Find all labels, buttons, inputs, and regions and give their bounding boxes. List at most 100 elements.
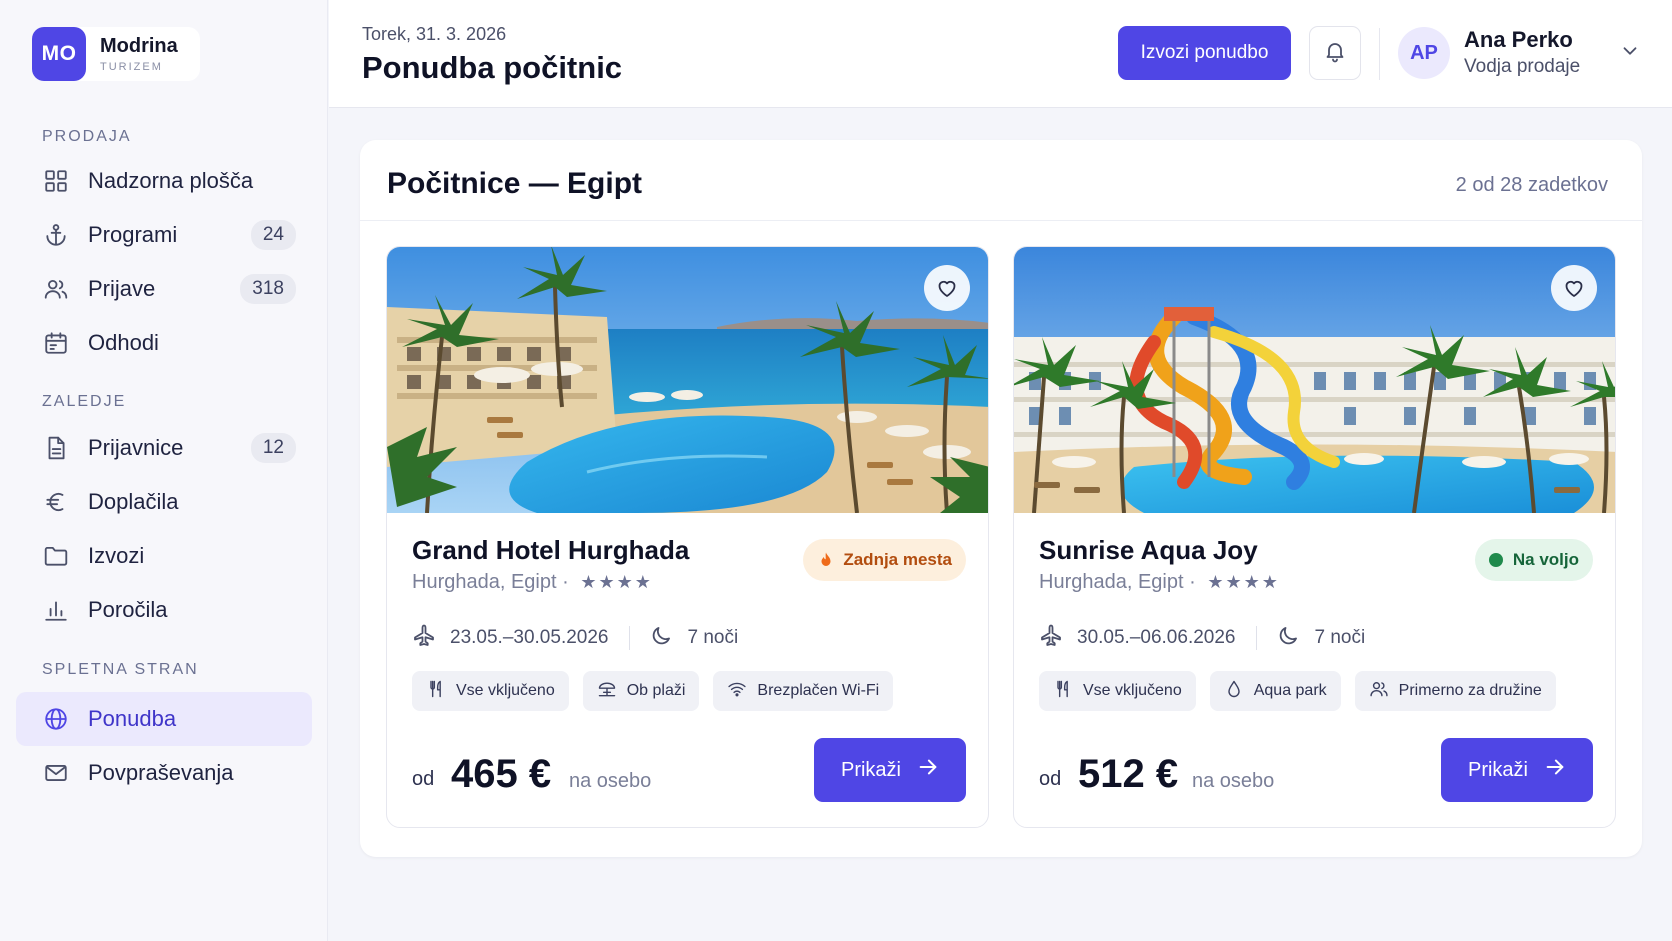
separator-dot: ·: [1189, 571, 1196, 593]
bell-icon: [1323, 39, 1347, 68]
separator-dot: ·: [562, 571, 569, 593]
sidebar-item-nadzorna-plosca[interactable]: Nadzorna plošča: [16, 154, 312, 208]
calendar-icon: [42, 329, 70, 357]
amenity-label: Ob plaži: [626, 682, 686, 699]
results-count: 2 od 28 zadetkov: [1455, 174, 1608, 196]
offer-card[interactable]: Sunrise Aqua Joy Hurghada, Egipt · ★★★★ …: [1013, 246, 1616, 828]
count-badge: 24: [250, 220, 296, 250]
export-offer-button[interactable]: Izvozi ponudbo: [1118, 26, 1291, 80]
amenity-tag: Aqua park: [1209, 671, 1341, 711]
location-text: Hurghada, Egipt: [412, 571, 557, 593]
bar-chart-icon: [42, 596, 70, 624]
sidebar-item-label: Programi: [88, 222, 178, 247]
status-badge-label: Na voljo: [1512, 550, 1579, 569]
price-prefix: od: [412, 768, 435, 790]
trip-nights: 7 noči: [1314, 627, 1366, 648]
meta-divider: [628, 626, 630, 650]
avatar[interactable]: AP: [1398, 27, 1450, 79]
wifi-icon: [727, 679, 757, 704]
family-icon: [1369, 679, 1399, 704]
show-offer-button[interactable]: Prikaži: [814, 738, 966, 802]
panel-title: Počitnice — Egipt: [387, 167, 643, 200]
arrow-right-icon: [1528, 756, 1566, 784]
offer-card[interactable]: Grand Hotel Hurghada Hurghada, Egipt · ★…: [386, 246, 989, 828]
favorite-button[interactable]: [1551, 265, 1597, 311]
trip-dates: 23.05.–30.05.2026: [450, 627, 609, 648]
hotel-location: Hurghada, Egipt · ★★★★: [1039, 571, 1280, 594]
nav-section-prodaja: PRODAJA: [42, 128, 132, 145]
chevron-down-icon: [1619, 47, 1641, 66]
header-divider: [1379, 28, 1380, 80]
hotel-photo[interactable]: [1014, 247, 1615, 513]
amenity-label: Vse vključeno: [456, 682, 555, 699]
sidebar-item-prijave[interactable]: Prijave 318: [16, 262, 312, 316]
sidebar-item-label: Povpraševanja: [88, 760, 234, 785]
sidebar-item-porocila[interactable]: Poročila: [16, 583, 312, 637]
sidebar-item-label: Nadzorna plošča: [88, 168, 254, 193]
price-prefix: od: [1039, 768, 1062, 790]
brand-subtitle: TURIZEM: [100, 61, 163, 73]
notifications-button[interactable]: [1309, 26, 1361, 80]
brand[interactable]: MO Modrina TURIZEM: [32, 27, 200, 81]
amenity-tags: Vse vključeno Ob plaži Brezplačen Wi-Fi: [412, 671, 907, 711]
trip-nights: 7 noči: [687, 627, 739, 648]
sidebar: MO Modrina TURIZEM PRODAJA Nadzorna ploš…: [0, 0, 328, 941]
status-dot-icon: [1488, 553, 1503, 567]
users-icon: [42, 275, 70, 303]
sidebar-item-povprasevanja[interactable]: Povpraševanja: [16, 746, 312, 800]
umbrella-beach-icon: [597, 679, 627, 704]
euro-icon: [42, 488, 70, 516]
user-role: Vodja prodaje: [1464, 56, 1581, 77]
sidebar-item-label: Ponudba: [88, 706, 177, 731]
page-title: Ponudba počitnic: [362, 50, 623, 85]
user-name[interactable]: Ana Perko: [1464, 27, 1573, 53]
moon-icon: [650, 623, 688, 653]
current-date: Torek, 31. 3. 2026: [362, 24, 507, 44]
panel-divider: [360, 220, 1642, 221]
sidebar-item-label: Prijavnice: [88, 435, 184, 460]
show-offer-button[interactable]: Prikaži: [1441, 738, 1593, 802]
globe-icon: [42, 705, 70, 733]
water-drop-icon: [1224, 679, 1254, 704]
status-badge: Na voljo: [1474, 539, 1593, 581]
status-badge: Zadnja mesta: [803, 539, 966, 581]
flame-icon: [821, 552, 831, 566]
location-text: Hurghada, Egipt: [1039, 571, 1184, 593]
sidebar-item-izvozi[interactable]: Izvozi: [16, 529, 312, 583]
heart-icon: [935, 276, 959, 300]
amenity-tag: Vse vključeno: [412, 671, 569, 711]
plane-icon: [412, 623, 450, 653]
sidebar-item-label: Prijave: [88, 276, 156, 301]
favorite-button[interactable]: [924, 265, 970, 311]
amenity-tags: Vse vključeno Aqua park Primerno za druž…: [1039, 671, 1570, 711]
price-value: 512 €: [1078, 752, 1179, 796]
sidebar-item-odhodi[interactable]: Odhodi: [16, 316, 312, 370]
hotel-photo[interactable]: [387, 247, 988, 513]
trip-meta: 30.05.–06.06.2026 7 noči: [1039, 623, 1365, 653]
sidebar-item-doplacila[interactable]: Doplačila: [16, 475, 312, 529]
sidebar-item-programi[interactable]: Programi 24: [16, 208, 312, 262]
price-value: 465 €: [451, 752, 552, 796]
sidebar-item-label: Izvozi: [88, 543, 145, 568]
meta-divider: [1255, 626, 1257, 650]
trip-dates: 30.05.–06.06.2026: [1077, 627, 1236, 648]
brand-logo: MO: [32, 27, 86, 81]
price-unit: na osebo: [569, 770, 652, 792]
amenity-tag: Ob plaži: [582, 671, 700, 711]
hotel-name[interactable]: Sunrise Aqua Joy: [1039, 535, 1258, 566]
sidebar-item-prijavnice[interactable]: Prijavnice 12: [16, 421, 312, 475]
anchor-icon: [42, 221, 70, 249]
status-badge-label: Zadnja mesta: [843, 550, 952, 569]
hotel-name[interactable]: Grand Hotel Hurghada: [412, 535, 689, 566]
brand-name: Modrina: [100, 35, 178, 57]
nav-section-zaledje: ZALEDJE: [42, 393, 127, 410]
sidebar-item-ponudba[interactable]: Ponudba: [16, 692, 312, 746]
star-rating: ★★★★: [580, 572, 653, 592]
folder-icon: [42, 542, 70, 570]
star-rating: ★★★★: [1207, 572, 1280, 592]
amenity-label: Primerno za družine: [1398, 682, 1542, 699]
heart-icon: [1562, 276, 1586, 300]
user-menu-toggle[interactable]: [1619, 40, 1641, 62]
nav-section-spletna-stran: SPLETNA STRAN: [42, 661, 199, 678]
sidebar-item-label: Poročila: [88, 597, 168, 622]
